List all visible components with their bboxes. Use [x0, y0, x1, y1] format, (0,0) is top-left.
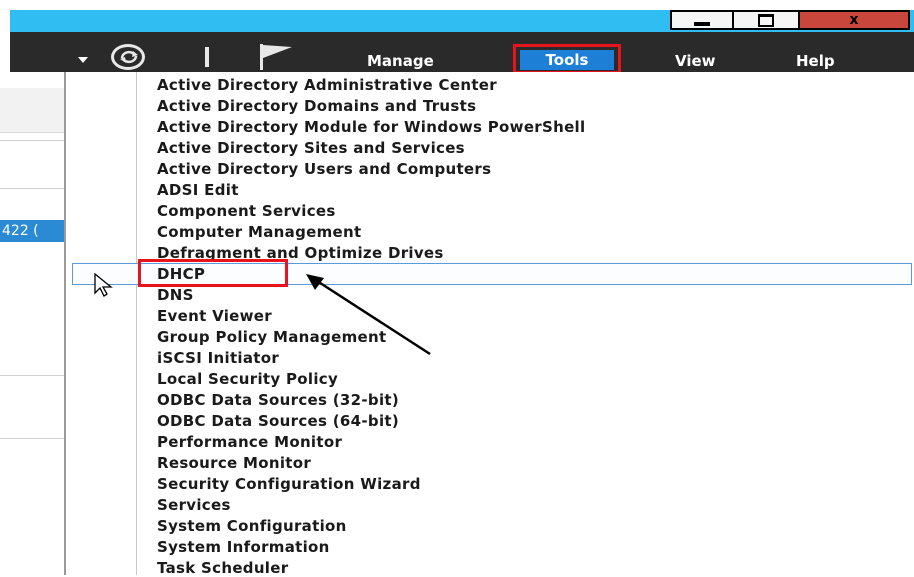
dropdown-arrow-icon[interactable]	[78, 57, 88, 63]
menu-item-computer-management[interactable]: Computer Management	[157, 223, 361, 241]
menu-item-ad-admin-center[interactable]: Active Directory Administrative Center	[157, 76, 497, 94]
menu-item-iscsi-initiator[interactable]: iSCSI Initiator	[157, 349, 279, 367]
menu-item-security-config-wizard[interactable]: Security Configuration Wizard	[157, 475, 421, 493]
close-icon: x	[849, 12, 859, 28]
menu-tools-label: Tools	[520, 50, 614, 70]
menu-item-odbc-64[interactable]: ODBC Data Sources (64-bit)	[157, 412, 399, 430]
left-pane	[0, 72, 64, 575]
toolbar-separator	[205, 47, 209, 67]
menu-item-ad-users-computers[interactable]: Active Directory Users and Computers	[157, 160, 491, 178]
menu-item-ad-sites-services[interactable]: Active Directory Sites and Services	[157, 139, 465, 157]
flag-icon[interactable]	[258, 44, 294, 74]
left-pane-selected-row[interactable]: 422 (	[0, 220, 64, 242]
menu-item-system-configuration[interactable]: System Configuration	[157, 517, 347, 535]
left-pane-divider	[0, 188, 64, 189]
menu-tools[interactable]: Tools	[513, 44, 621, 74]
menu-item-task-scheduler[interactable]: Task Scheduler	[157, 559, 288, 577]
menu-item-odbc-32[interactable]: ODBC Data Sources (32-bit)	[157, 391, 399, 409]
left-pane-divider	[0, 375, 64, 376]
restore-button[interactable]	[732, 10, 800, 30]
annotation-arrow-icon	[306, 274, 431, 356]
menu-item-system-information[interactable]: System Information	[157, 538, 330, 556]
server-manager-toolbar	[10, 32, 914, 72]
refresh-icon[interactable]	[111, 44, 145, 70]
restore-icon	[758, 13, 774, 27]
menu-item-dns[interactable]: DNS	[157, 286, 194, 304]
mouse-pointer-icon	[94, 272, 120, 301]
menu-item-component-services[interactable]: Component Services	[157, 202, 336, 220]
menu-item-services[interactable]: Services	[157, 496, 231, 514]
menu-item-ad-domains-trusts[interactable]: Active Directory Domains and Trusts	[157, 97, 476, 115]
minimize-button[interactable]	[670, 10, 734, 30]
left-pane-header	[0, 88, 64, 133]
menu-gutter-line	[136, 72, 137, 575]
menu-item-local-security-policy[interactable]: Local Security Policy	[157, 370, 338, 388]
menu-manage[interactable]: Manage	[367, 52, 434, 70]
close-button[interactable]: x	[798, 10, 910, 30]
menu-item-adsi-edit[interactable]: ADSI Edit	[157, 181, 239, 199]
menu-help[interactable]: Help	[796, 52, 835, 70]
menu-view[interactable]: View	[675, 52, 716, 70]
annotation-highlight-box	[138, 259, 288, 287]
left-pane-divider	[0, 140, 64, 141]
left-pane-divider	[0, 438, 64, 439]
minimize-icon	[694, 22, 710, 26]
menu-item-performance-monitor[interactable]: Performance Monitor	[157, 433, 342, 451]
menu-item-event-viewer[interactable]: Event Viewer	[157, 307, 272, 325]
menu-item-resource-monitor[interactable]: Resource Monitor	[157, 454, 311, 472]
menu-item-ad-powershell-module[interactable]: Active Directory Module for Windows Powe…	[157, 118, 585, 136]
